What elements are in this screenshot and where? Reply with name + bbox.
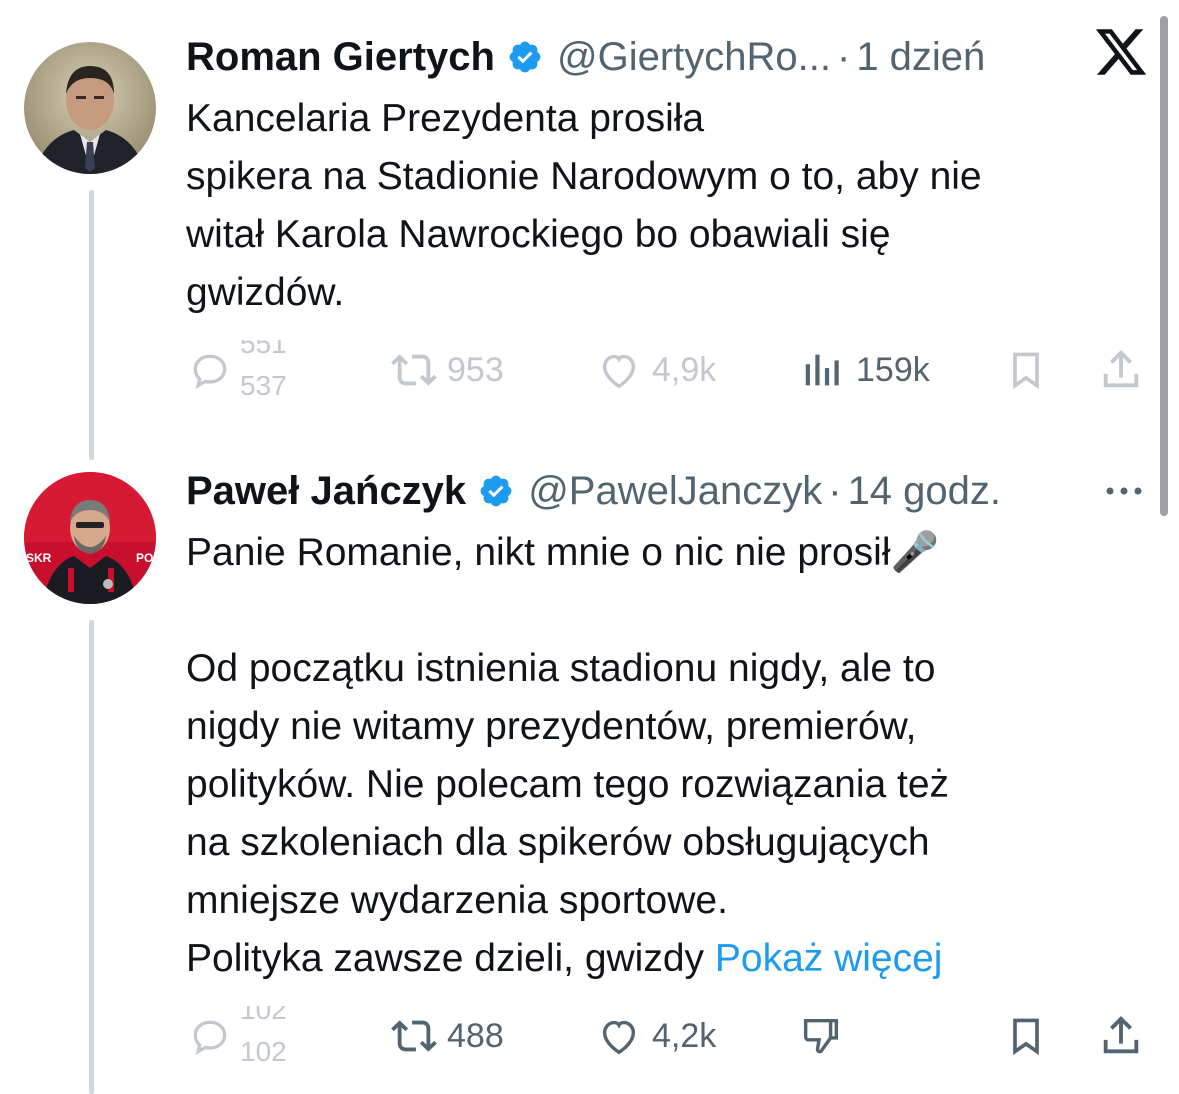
- like-button[interactable]: 4,9k: [596, 340, 716, 400]
- tweet1-header: Roman Giertych @GiertychRo... · 1 dzień: [186, 32, 985, 82]
- author-handle[interactable]: @PawelJanczyk: [528, 469, 822, 514]
- share-button[interactable]: [1098, 1006, 1144, 1066]
- retweet-icon: [391, 1020, 437, 1052]
- heart-icon: [602, 354, 636, 389]
- reply-count-prev: 551: [240, 340, 287, 359]
- retweet-count: 488: [447, 1016, 504, 1055]
- bookmark-icon: [1013, 352, 1039, 390]
- separator-dot: ·: [828, 468, 842, 513]
- views-icon: [805, 354, 839, 386]
- thumbs-down-icon: [803, 1018, 839, 1054]
- tweet2-actions: 102 102 488 4,2k: [186, 1006, 1146, 1066]
- scrollbar[interactable]: [1160, 16, 1168, 516]
- verified-badge-icon: [509, 41, 541, 73]
- timestamp[interactable]: 1 dzień: [856, 35, 985, 80]
- reply-icon: [193, 354, 227, 389]
- share-button[interactable]: [1098, 340, 1144, 400]
- bookmark-icon: [1013, 1018, 1039, 1056]
- author-name[interactable]: Roman Giertych: [186, 35, 495, 80]
- share-icon: [1103, 1016, 1139, 1054]
- tweet2-text-line1: Panie Romanie, nikt mnie o nic nie prosi…: [186, 531, 940, 574]
- timestamp[interactable]: 14 godz.: [848, 469, 1001, 514]
- bookmark-button[interactable]: [1004, 340, 1048, 400]
- author-name[interactable]: Paweł Jańczyk: [186, 469, 466, 514]
- like-button[interactable]: 4,2k: [596, 1006, 716, 1066]
- views-count: 159k: [856, 350, 930, 389]
- avatar-image: SKR POL: [24, 472, 156, 604]
- verified-badge-icon: [480, 475, 512, 507]
- views-button[interactable]: 159k: [800, 340, 930, 400]
- like-count: 4,2k: [652, 1016, 717, 1055]
- retweet-button[interactable]: 953: [391, 340, 504, 400]
- reply-count-current: 102: [240, 1036, 287, 1066]
- reply-icon: [193, 1020, 227, 1055]
- reply-count: 102 102: [240, 1006, 310, 1066]
- tweet1-text: Kancelaria Prezydenta prosiła spikera na…: [186, 97, 982, 314]
- bookmark-button[interactable]: [1004, 1006, 1048, 1066]
- reply-count-current: 537: [240, 370, 287, 400]
- retweet-count: 953: [447, 350, 504, 389]
- like-count: 4,9k: [652, 350, 717, 389]
- reply-button[interactable]: 102 102: [188, 1006, 310, 1066]
- tweet2-text-last: Polityka zawsze dzieli, gwizdy Pokaż wię…: [186, 930, 1146, 988]
- avatar-pawel-janczyk[interactable]: SKR POL: [24, 472, 156, 604]
- heart-icon: [602, 1020, 636, 1055]
- share-icon: [1103, 350, 1139, 388]
- author-handle[interactable]: @GiertychRo...: [557, 35, 831, 80]
- reply-count-prev: 102: [240, 1006, 287, 1025]
- retweet-button[interactable]: 488: [391, 1006, 504, 1066]
- svg-text:SKR: SKR: [26, 551, 52, 565]
- tweet2-text-body: Od początku istnienia stadionu nigdy, al…: [186, 647, 950, 922]
- thread-line-top: [89, 190, 94, 460]
- more-options-icon[interactable]: [1100, 476, 1148, 506]
- svg-text:POL: POL: [136, 551, 156, 565]
- retweet-icon: [391, 354, 437, 386]
- tweet2-text-tail: Polityka zawsze dzieli, gwizdy: [186, 937, 715, 980]
- avatar-image: [24, 42, 156, 174]
- reply-button[interactable]: 551 537: [188, 340, 310, 400]
- show-more-link[interactable]: Pokaż więcej: [715, 937, 943, 980]
- thread-line-bottom: [89, 620, 94, 1094]
- dislike-button[interactable]: [798, 1006, 844, 1066]
- reply-count: 551 537: [240, 340, 310, 400]
- avatar-roman-giertych[interactable]: [24, 42, 156, 174]
- separator-dot: ·: [836, 34, 851, 79]
- tweet1-actions: 551 537 953 4,9k 159k: [186, 340, 1146, 400]
- x-logo-icon[interactable]: [1093, 24, 1149, 80]
- tweet2-header: Paweł Jańczyk @PawelJanczyk · 14 godz.: [186, 466, 1001, 516]
